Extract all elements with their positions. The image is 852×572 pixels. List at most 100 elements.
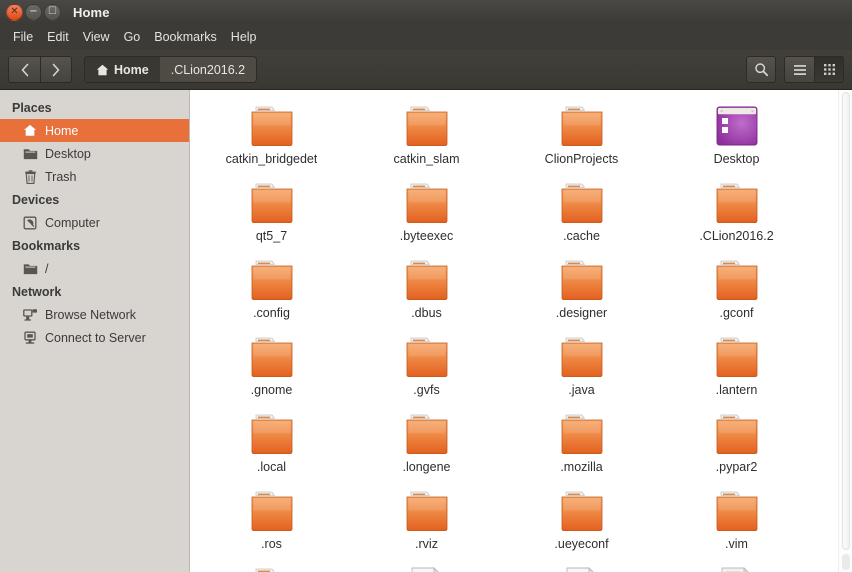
file-item[interactable]: .gvfs xyxy=(349,327,504,404)
file-item[interactable]: .pypar2 xyxy=(659,404,814,481)
file-item[interactable]: .gconf xyxy=(659,250,814,327)
chevron-left-icon xyxy=(21,63,28,76)
forward-button[interactable] xyxy=(40,56,72,83)
vertical-scrollbar[interactable] xyxy=(838,90,852,572)
file-grid: catkin_bridgedet catkin_slam ClionProjec… xyxy=(190,90,852,572)
breadcrumb-item-clion[interactable]: .CLion2016.2 xyxy=(160,57,256,82)
file-item[interactable] xyxy=(659,558,814,572)
file-label: Desktop xyxy=(713,152,760,166)
sidebar: Places Home Desktop Trash Devices Comput… xyxy=(0,90,190,572)
file-label: .rviz xyxy=(415,537,438,551)
maximize-icon: ☐ xyxy=(48,5,57,17)
text-file-icon: # ~/. xyxy=(559,562,605,572)
folder-icon xyxy=(401,485,453,533)
file-item[interactable]: .ros xyxy=(194,481,349,558)
file-item[interactable]: .local xyxy=(194,404,349,481)
file-item[interactable]: .ueyeconf xyxy=(504,481,659,558)
sidebar-item-home[interactable]: Home xyxy=(0,119,189,142)
back-button[interactable] xyxy=(8,56,40,83)
file-label: .ros xyxy=(261,537,282,551)
file-label: qt5_7 xyxy=(255,229,288,243)
file-item[interactable]: # ~/. xyxy=(504,558,659,572)
minimize-button[interactable]: − xyxy=(25,3,42,21)
menu-bookmarks[interactable]: Bookmarks xyxy=(147,27,224,47)
file-item[interactable]: .vim xyxy=(659,481,814,558)
window-title: Home xyxy=(73,4,110,20)
file-item[interactable]: .mozilla xyxy=(504,404,659,481)
minimize-icon: − xyxy=(29,5,38,17)
toolbar-right-group xyxy=(746,56,844,83)
list-view-icon xyxy=(793,64,806,75)
text-file-icon: lsb r xyxy=(404,562,450,572)
menu-help[interactable]: Help xyxy=(224,27,264,47)
file-item[interactable]: qt5_7 xyxy=(194,173,349,250)
file-label: .longene xyxy=(402,460,451,474)
file-label: .pypar2 xyxy=(715,460,758,474)
file-item[interactable]: catkin_bridgedet xyxy=(194,96,349,173)
folder-icon xyxy=(401,100,453,148)
folder-icon xyxy=(22,261,38,276)
folder-icon xyxy=(711,408,763,456)
file-item[interactable]: .gnome xyxy=(194,327,349,404)
file-item[interactable]: .byteexec xyxy=(349,173,504,250)
folder-icon xyxy=(246,562,298,572)
file-item[interactable]: .designer xyxy=(504,250,659,327)
sidebar-item-connect-to-server[interactable]: Connect to Server xyxy=(0,326,189,349)
titlebar: ✕ − ☐ Home xyxy=(0,0,852,24)
document-icon xyxy=(714,562,760,572)
close-icon: ✕ xyxy=(10,5,19,17)
file-item[interactable]: .lantern xyxy=(659,327,814,404)
sidebar-label-trash: Trash xyxy=(45,169,77,184)
file-label: .gnome xyxy=(250,383,293,397)
scrollbar-track[interactable] xyxy=(842,554,850,570)
sidebar-item-computer[interactable]: Computer xyxy=(0,211,189,234)
folder-icon xyxy=(401,331,453,379)
folder-icon xyxy=(711,177,763,225)
menu-file[interactable]: File xyxy=(6,27,40,47)
grid-view-button[interactable] xyxy=(814,56,844,83)
file-item[interactable]: .rviz xyxy=(349,481,504,558)
file-item[interactable]: lsb r xyxy=(349,558,504,572)
sidebar-item-browse-network[interactable]: Browse Network xyxy=(0,303,189,326)
maximize-button[interactable]: ☐ xyxy=(44,3,61,21)
sidebar-item-root[interactable]: / xyxy=(0,257,189,280)
file-item[interactable]: Desktop xyxy=(659,96,814,173)
folder-icon xyxy=(246,254,298,302)
file-label: .local xyxy=(256,460,287,474)
file-item[interactable]: .CLion2016.2 xyxy=(659,173,814,250)
file-item[interactable]: ClionProjects xyxy=(504,96,659,173)
scrollbar-thumb[interactable] xyxy=(842,92,850,550)
file-item[interactable]: .dbus xyxy=(349,250,504,327)
file-item[interactable]: .java xyxy=(504,327,659,404)
sidebar-label-connect-to-server: Connect to Server xyxy=(45,330,146,345)
list-view-button[interactable] xyxy=(784,56,814,83)
folder-icon xyxy=(556,100,608,148)
file-list-area[interactable]: catkin_bridgedet catkin_slam ClionProjec… xyxy=(190,90,852,572)
close-button[interactable]: ✕ xyxy=(6,3,23,21)
home-icon xyxy=(22,123,38,138)
sidebar-label-desktop: Desktop xyxy=(45,146,91,161)
folder-icon xyxy=(556,331,608,379)
sidebar-item-desktop[interactable]: Desktop xyxy=(0,142,189,165)
menu-go[interactable]: Go xyxy=(117,27,148,47)
menu-edit[interactable]: Edit xyxy=(40,27,76,47)
search-button[interactable] xyxy=(746,56,776,83)
file-manager-window: ✕ − ☐ Home File Edit View Go Bookmarks H… xyxy=(0,0,852,572)
file-item[interactable]: catkin_slam xyxy=(349,96,504,173)
file-item[interactable]: .longene xyxy=(349,404,504,481)
menu-view[interactable]: View xyxy=(76,27,117,47)
folder-icon xyxy=(711,485,763,533)
folder-icon xyxy=(711,331,763,379)
sidebar-item-trash[interactable]: Trash xyxy=(0,165,189,188)
file-label: .java xyxy=(568,383,595,397)
server-icon xyxy=(22,330,38,345)
file-item[interactable] xyxy=(194,558,349,572)
folder-icon xyxy=(246,177,298,225)
file-item[interactable]: .cache xyxy=(504,173,659,250)
folder-icon xyxy=(401,408,453,456)
file-label: .config xyxy=(253,306,290,320)
file-item[interactable]: .config xyxy=(194,250,349,327)
file-label: catkin_bridgedet xyxy=(225,152,318,166)
file-label: .byteexec xyxy=(399,229,454,243)
breadcrumb-item-home[interactable]: Home xyxy=(85,57,160,82)
